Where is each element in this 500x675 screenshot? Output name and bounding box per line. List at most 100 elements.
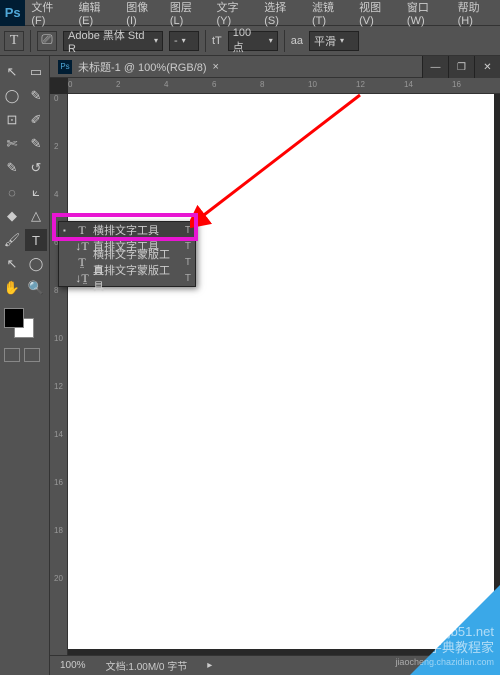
history-brush-tool[interactable]: ↺ — [25, 157, 47, 179]
color-swatches[interactable] — [4, 308, 44, 342]
ruler-tick: 10 — [54, 334, 63, 343]
workspace: ↖▭ ◯✎ ⊡✐ ✄✎ ✎↺ ◌⟀ ◆△ 🖌T ↖◯ ✋🔍 Ps 未标题-1 @… — [0, 56, 500, 675]
ruler-tick: 18 — [54, 526, 63, 535]
ruler-tick: 12 — [356, 80, 365, 89]
tab-close-button[interactable]: × — [213, 61, 219, 73]
menu-select[interactable]: 选择(S) — [258, 0, 306, 27]
dodge-tool[interactable]: △ — [25, 205, 47, 227]
flyout-label: 横排文字工具 — [93, 222, 181, 238]
menu-layer[interactable]: 图层(L) — [164, 0, 211, 27]
menu-view[interactable]: 视图(V) — [353, 0, 401, 27]
marquee-tool[interactable]: ▭ — [25, 61, 47, 83]
ruler-tick: 4 — [164, 80, 168, 89]
ruler-horizontal[interactable]: 0 2 4 6 8 10 12 14 16 — [68, 78, 500, 94]
document-area: Ps 未标题-1 @ 100%(RGB/8) × — ❐ ✕ 0 2 4 6 8… — [50, 56, 500, 675]
type-mask-icon: T̤ — [75, 255, 89, 270]
font-family-select[interactable]: Adobe 黑体 Std R ▾ — [63, 31, 163, 51]
font-size-value: 100 点 — [233, 27, 265, 55]
watermark-text: jb51.net 字典教程家 jiaocheng.chazidian.com — [395, 624, 494, 669]
status-chevron-icon[interactable]: ▸ — [207, 660, 212, 671]
anti-alias-select[interactable]: 平滑 ▾ — [309, 31, 359, 51]
foreground-color-swatch[interactable] — [4, 308, 24, 328]
ruler-tick: 12 — [54, 382, 63, 391]
ruler-tick: 6 — [212, 80, 216, 89]
divider — [284, 30, 285, 52]
eraser-tool[interactable]: ◌ — [1, 181, 23, 203]
ruler-tick: 10 — [308, 80, 317, 89]
flyout-vertical-type-mask[interactable]: ↓T̤ 直排文字蒙版工具 T — [59, 270, 195, 286]
menubar: Ps 文件(F) 编辑(E) 图像(I) 图层(L) 文字(Y) 选择(S) 滤… — [0, 0, 500, 26]
ruler-vertical[interactable]: 0 2 4 6 8 10 12 14 16 18 20 — [50, 94, 68, 655]
chevron-down-icon: ▾ — [154, 36, 158, 45]
ruler-tick: 14 — [54, 430, 63, 439]
eyedropper-tool[interactable]: ✐ — [25, 109, 47, 131]
zoom-tool[interactable]: 🔍 — [25, 277, 47, 299]
font-family-value: Adobe 黑体 Std R — [68, 27, 150, 55]
status-doc-info[interactable]: 文档:1.00M/0 字节 — [106, 658, 188, 673]
window-maximize-button[interactable]: ❐ — [448, 56, 474, 78]
anti-alias-icon: aa — [291, 35, 303, 47]
ruler-tick: 20 — [54, 574, 63, 583]
quick-select-tool[interactable]: ✎ — [25, 85, 47, 107]
pen-tool[interactable]: 🖌 — [1, 229, 23, 251]
flyout-shortcut: T — [185, 225, 191, 236]
watermark-site: jb51.net — [395, 624, 494, 641]
window-minimize-button[interactable]: — — [422, 56, 448, 78]
flyout-shortcut: T — [185, 257, 191, 268]
divider — [30, 30, 31, 52]
heal-tool[interactable]: ✄ — [1, 133, 23, 155]
ruler-tick: 16 — [54, 478, 63, 487]
menu-window[interactable]: 窗口(W) — [401, 0, 452, 27]
menu-filter[interactable]: 滤镜(T) — [306, 0, 353, 27]
current-tool-indicator[interactable]: T — [4, 31, 24, 51]
path-select-tool[interactable]: ↖ — [1, 253, 23, 275]
ruler-tick: 8 — [54, 286, 58, 295]
flyout-shortcut: T — [185, 273, 191, 284]
check-icon: ▪ — [63, 226, 71, 235]
ruler-tick: 8 — [260, 80, 264, 89]
ruler-tick: 4 — [54, 190, 58, 199]
ps-logo: Ps — [0, 0, 25, 26]
flyout-shortcut: T — [185, 241, 191, 252]
document-titlebar: Ps 未标题-1 @ 100%(RGB/8) × — ❐ ✕ — [50, 56, 500, 78]
shape-tool[interactable]: ◯ — [25, 253, 47, 275]
move-tool[interactable]: ↖ — [1, 61, 23, 83]
ps-badge-icon: Ps — [58, 60, 72, 74]
text-orientation-button[interactable]: ⎚ — [37, 31, 57, 51]
canvas-wrap: 0 2 4 6 8 10 12 14 16 0 2 4 6 8 10 12 14… — [50, 78, 500, 655]
type-tool[interactable]: T — [25, 229, 47, 251]
ruler-tick: 2 — [116, 80, 120, 89]
window-close-button[interactable]: ✕ — [474, 56, 500, 78]
chevron-down-icon: ▾ — [340, 36, 344, 45]
ruler-tick: 0 — [54, 94, 58, 103]
menu-file[interactable]: 文件(F) — [25, 0, 72, 27]
chevron-down-icon: ▾ — [269, 36, 273, 45]
blur-tool[interactable]: ◆ — [1, 205, 23, 227]
flyout-label: 直排文字蒙版工具 — [93, 262, 181, 294]
stamp-tool[interactable]: ✎ — [1, 157, 23, 179]
brush-tool[interactable]: ✎ — [25, 133, 47, 155]
gradient-tool[interactable]: ⟀ — [25, 181, 47, 203]
divider — [205, 30, 206, 52]
chevron-down-icon: ▾ — [182, 36, 186, 45]
menu-type[interactable]: 文字(Y) — [210, 0, 258, 27]
crop-tool[interactable]: ⊡ — [1, 109, 23, 131]
toolbar: ↖▭ ◯✎ ⊡✐ ✄✎ ✎↺ ◌⟀ ◆△ 🖌T ↖◯ ✋🔍 — [0, 56, 50, 675]
menu-help[interactable]: 帮助(H) — [452, 0, 500, 27]
zoom-level[interactable]: 100% — [60, 660, 86, 671]
menu-edit[interactable]: 编辑(E) — [73, 0, 121, 27]
font-size-icon: tT — [212, 35, 222, 47]
options-bar: T ⎚ Adobe 黑体 Std R ▾ - ▾ tT 100 点 ▾ aa 平… — [0, 26, 500, 56]
font-style-select[interactable]: - ▾ — [169, 31, 199, 51]
ruler-tick: 2 — [54, 142, 58, 151]
lasso-tool[interactable]: ◯ — [1, 85, 23, 107]
screen-mode-mask[interactable] — [24, 348, 40, 362]
screen-mode-standard[interactable] — [4, 348, 20, 362]
hand-tool[interactable]: ✋ — [1, 277, 23, 299]
flyout-horizontal-type[interactable]: ▪ T 横排文字工具 T — [59, 222, 195, 238]
type-icon: T — [75, 223, 89, 238]
canvas[interactable] — [68, 94, 494, 649]
font-size-select[interactable]: 100 点 ▾ — [228, 31, 278, 51]
menu-image[interactable]: 图像(I) — [120, 0, 164, 27]
anti-alias-value: 平滑 — [314, 33, 336, 49]
